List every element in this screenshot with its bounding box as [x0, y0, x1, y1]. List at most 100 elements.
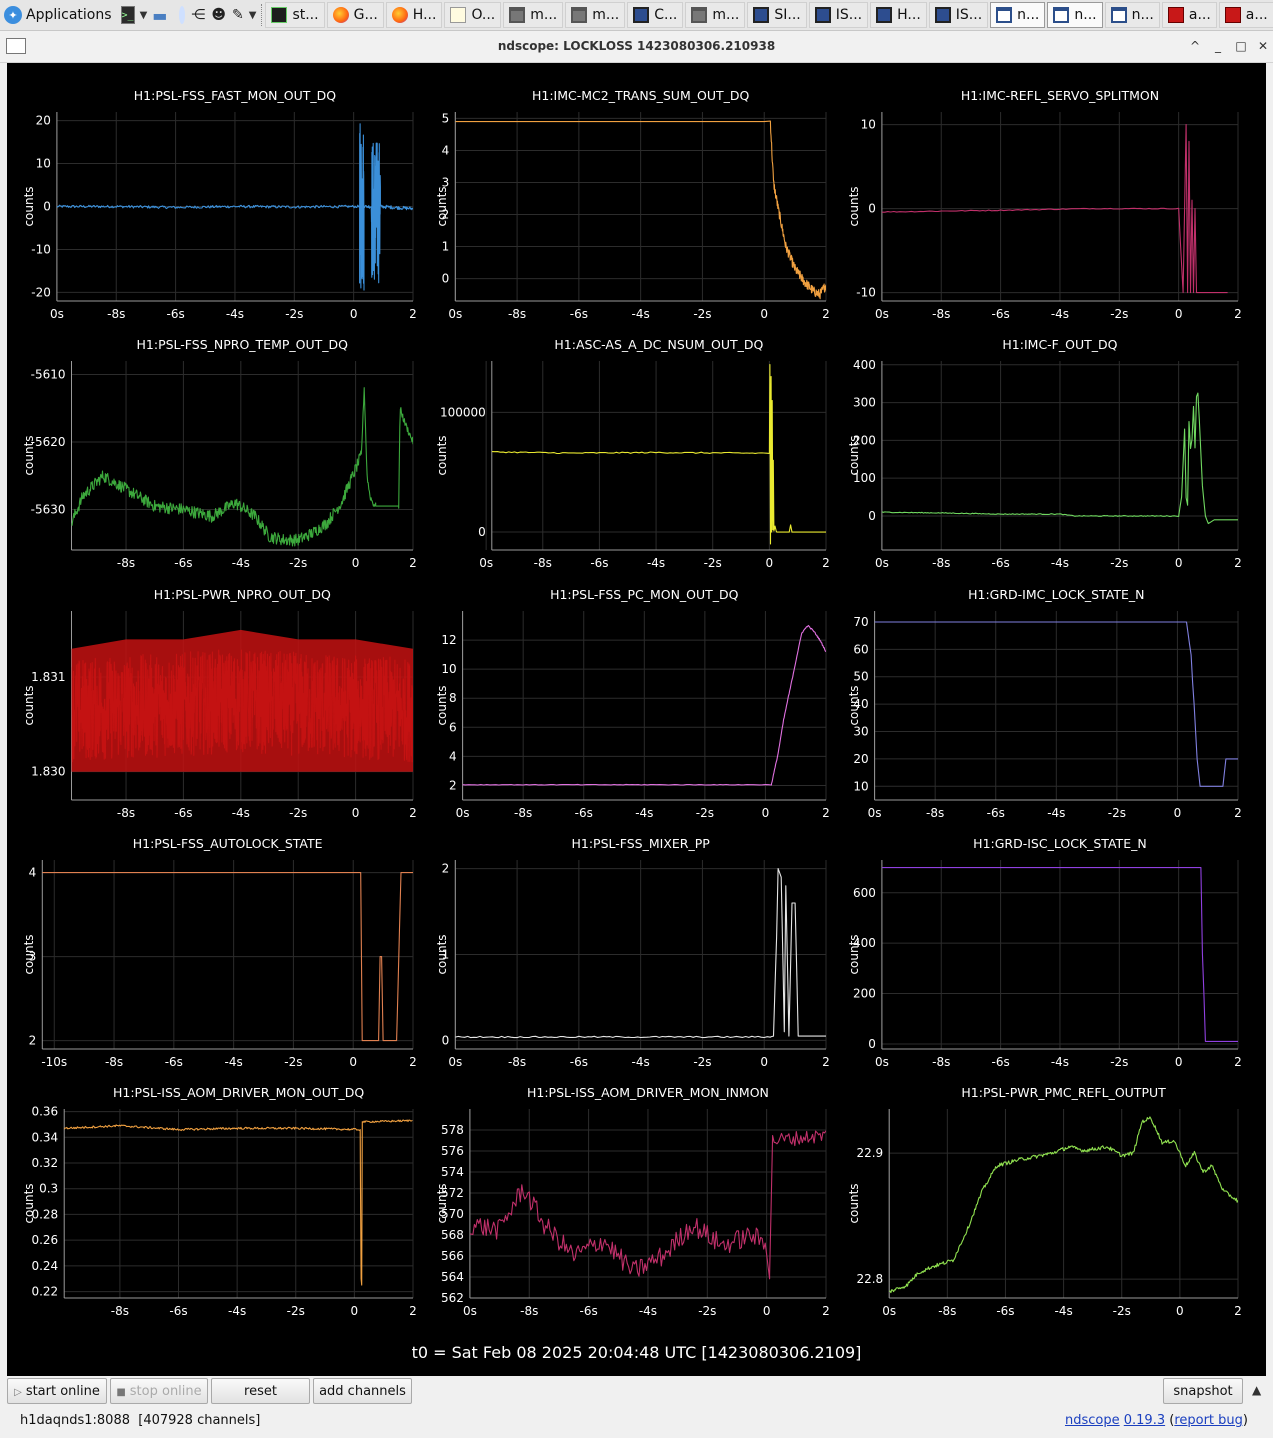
applications-menu[interactable]: ✦ Applications [0, 0, 118, 30]
x-tick-label: 0s [50, 307, 64, 321]
x-tick-label: 0s [875, 1055, 889, 1069]
editor-launcher-icon[interactable]: ✎ [232, 4, 244, 26]
firefox-icon [332, 7, 349, 23]
taskbar-window-button[interactable]: O... [444, 2, 502, 28]
add-channels-button[interactable]: add channels [313, 1378, 412, 1404]
chart-title: H1:PSL-FSS_NPRO_TEMP_OUT_DQ [137, 337, 349, 352]
x-tick-label: 0 [760, 1055, 768, 1069]
taskbar-window-button[interactable]: n... [1104, 2, 1160, 28]
x-tick-label: -2s [1110, 307, 1128, 321]
x-tick-label: 0s [875, 556, 889, 570]
document-icon [1053, 7, 1070, 23]
ndscope-link[interactable]: ndscope [1065, 1413, 1120, 1428]
chart-panel: H1:PSL-FSS_PC_MON_OUT_DQcounts 12 10 8 6 4 2 0s… [435, 587, 830, 820]
monitor-icon [876, 7, 893, 23]
snapshot-button[interactable]: snapshot [1163, 1378, 1243, 1404]
server-address: h1daqnds1:8088 [20, 1413, 130, 1428]
taskbar-window-button[interactable]: a... [1218, 2, 1273, 28]
x-tick-label: -8s [117, 806, 135, 820]
stop-online-button[interactable]: ■ stop online [110, 1378, 208, 1404]
taskbar-window-button[interactable]: n... [1047, 2, 1103, 28]
start-online-label: start online [25, 1384, 100, 1399]
taskbar-window-button[interactable]: a... [1161, 2, 1217, 28]
y-tick-label: 70 [853, 615, 868, 629]
y-axis-label: counts [22, 685, 36, 725]
x-tick-label: -4s [228, 1304, 246, 1318]
y-tick-label: -5610 [31, 368, 66, 382]
x-tick-label: -2s [693, 307, 711, 321]
y-tick-label: 400 [853, 358, 876, 372]
chevron-down-icon[interactable]: ▼ [140, 10, 148, 21]
stop-online-label: stop online [129, 1384, 202, 1399]
keep-above-icon[interactable]: ^ [1186, 37, 1204, 55]
y-tick-label: 0.3 [39, 1182, 58, 1196]
y-tick-label: 566 [441, 1249, 464, 1263]
taskbar-window-button[interactable]: H... [870, 2, 927, 28]
chart-title: H1:IMC-MC2_TRANS_SUM_OUT_DQ [532, 88, 750, 103]
taskbar-window-button[interactable]: SI... [747, 2, 807, 28]
chromium-launcher-icon[interactable] [179, 6, 186, 24]
window-titlebar: ndscope: LOCKLOSS 1423080306.210938 ^ _ … [0, 31, 1273, 63]
taskbar-window-button[interactable]: m... [685, 2, 746, 28]
applications-logo-icon: ✦ [4, 6, 22, 24]
share-launcher-icon[interactable]: ⋲ [191, 4, 205, 26]
series-group [491, 364, 826, 545]
chevron-down-icon[interactable]: ▼ [249, 10, 257, 21]
y-tick-label: 10 [36, 157, 51, 171]
chart-title: H1:PSL-FSS_FAST_MON_OUT_DQ [134, 88, 337, 103]
users-launcher-icon[interactable]: ☻ [211, 4, 226, 26]
chart-title: H1:GRD-ISC_LOCK_STATE_N [973, 836, 1147, 851]
x-tick-label: 0 [350, 307, 358, 321]
taskbar-window-button[interactable]: IS... [808, 2, 869, 28]
x-tick-label: -8s [520, 1304, 538, 1318]
x-tick-label: 0 [352, 806, 360, 820]
taskbar-window-button[interactable]: H... [385, 2, 443, 28]
status-bar: h1daqnds1:8088 [407928 channels] ndscope… [0, 1408, 1273, 1438]
report-bug-link[interactable]: report bug [1174, 1413, 1243, 1428]
taskbar-window-button[interactable]: st... [265, 2, 325, 28]
y-axis-label: counts [435, 685, 449, 725]
y-tick-label: 0 [868, 509, 876, 523]
expand-up-icon[interactable]: ▲ [1252, 1383, 1261, 1397]
app-red-icon [1167, 7, 1184, 23]
plot-grid[interactable]: H1:PSL-FSS_FAST_MON_OUT_DQcounts20100-10… [7, 63, 1266, 1338]
x-tick-label: -8s [534, 556, 552, 570]
folder-launcher-icon[interactable]: ▬ [152, 4, 167, 26]
y-tick-label: 2 [449, 778, 457, 792]
x-tick-label: -2s [287, 1304, 305, 1318]
window-title: ndscope: LOCKLOSS 1423080306.210938 [497, 39, 776, 53]
x-tick-label: -6s [174, 556, 192, 570]
minimize-icon[interactable]: _ [1209, 37, 1227, 55]
app-red-icon [1224, 7, 1241, 23]
play-icon: ▷ [14, 1387, 22, 1398]
x-tick-label: -4s [632, 1055, 650, 1069]
close-icon[interactable]: ✕ [1254, 37, 1272, 55]
chart-title: H1:IMC-REFL_SERVO_SPLITMON [961, 88, 1159, 103]
window-list: st... G... H... O... m... m... C... m... SI... IS… [265, 2, 1273, 28]
terminal-launcher-icon[interactable]: >_ [120, 6, 135, 24]
monitor-icon [814, 7, 831, 23]
taskbar-window-button[interactable]: m... [503, 2, 564, 28]
x-tick-label: 0s [463, 1304, 477, 1318]
taskbar-window-label: O... [471, 7, 496, 23]
x-tick-label: 0s [868, 806, 882, 820]
maximize-icon[interactable]: □ [1232, 37, 1250, 55]
x-tick-label: -6s [996, 1304, 1014, 1318]
taskbar-window-button[interactable]: IS... [928, 2, 989, 28]
x-tick-label: -4s [635, 806, 653, 820]
x-tick-label: -8s [508, 307, 526, 321]
snapshot-label: snapshot [1173, 1384, 1233, 1399]
reset-button[interactable]: reset [211, 1378, 310, 1404]
y-tick-label: 0.26 [31, 1233, 58, 1247]
taskbar-window-button[interactable]: n... [990, 2, 1046, 28]
x-tick-label: 2 [409, 1304, 417, 1318]
start-online-button[interactable]: ▷ start online [7, 1378, 107, 1404]
taskbar-window-button[interactable]: m... [565, 2, 626, 28]
y-tick-label: 578 [441, 1123, 464, 1137]
taskbar-window-button[interactable]: G... [326, 2, 384, 28]
version-link[interactable]: 0.19.3 [1124, 1413, 1165, 1428]
taskbar-window-button[interactable]: C... [627, 2, 684, 28]
plot-area[interactable]: H1:PSL-FSS_FAST_MON_OUT_DQ counts 20 10 0 -10… [7, 63, 1266, 1376]
y-tick-label: 3 [442, 175, 450, 189]
y-tick-label: 0 [43, 200, 51, 214]
